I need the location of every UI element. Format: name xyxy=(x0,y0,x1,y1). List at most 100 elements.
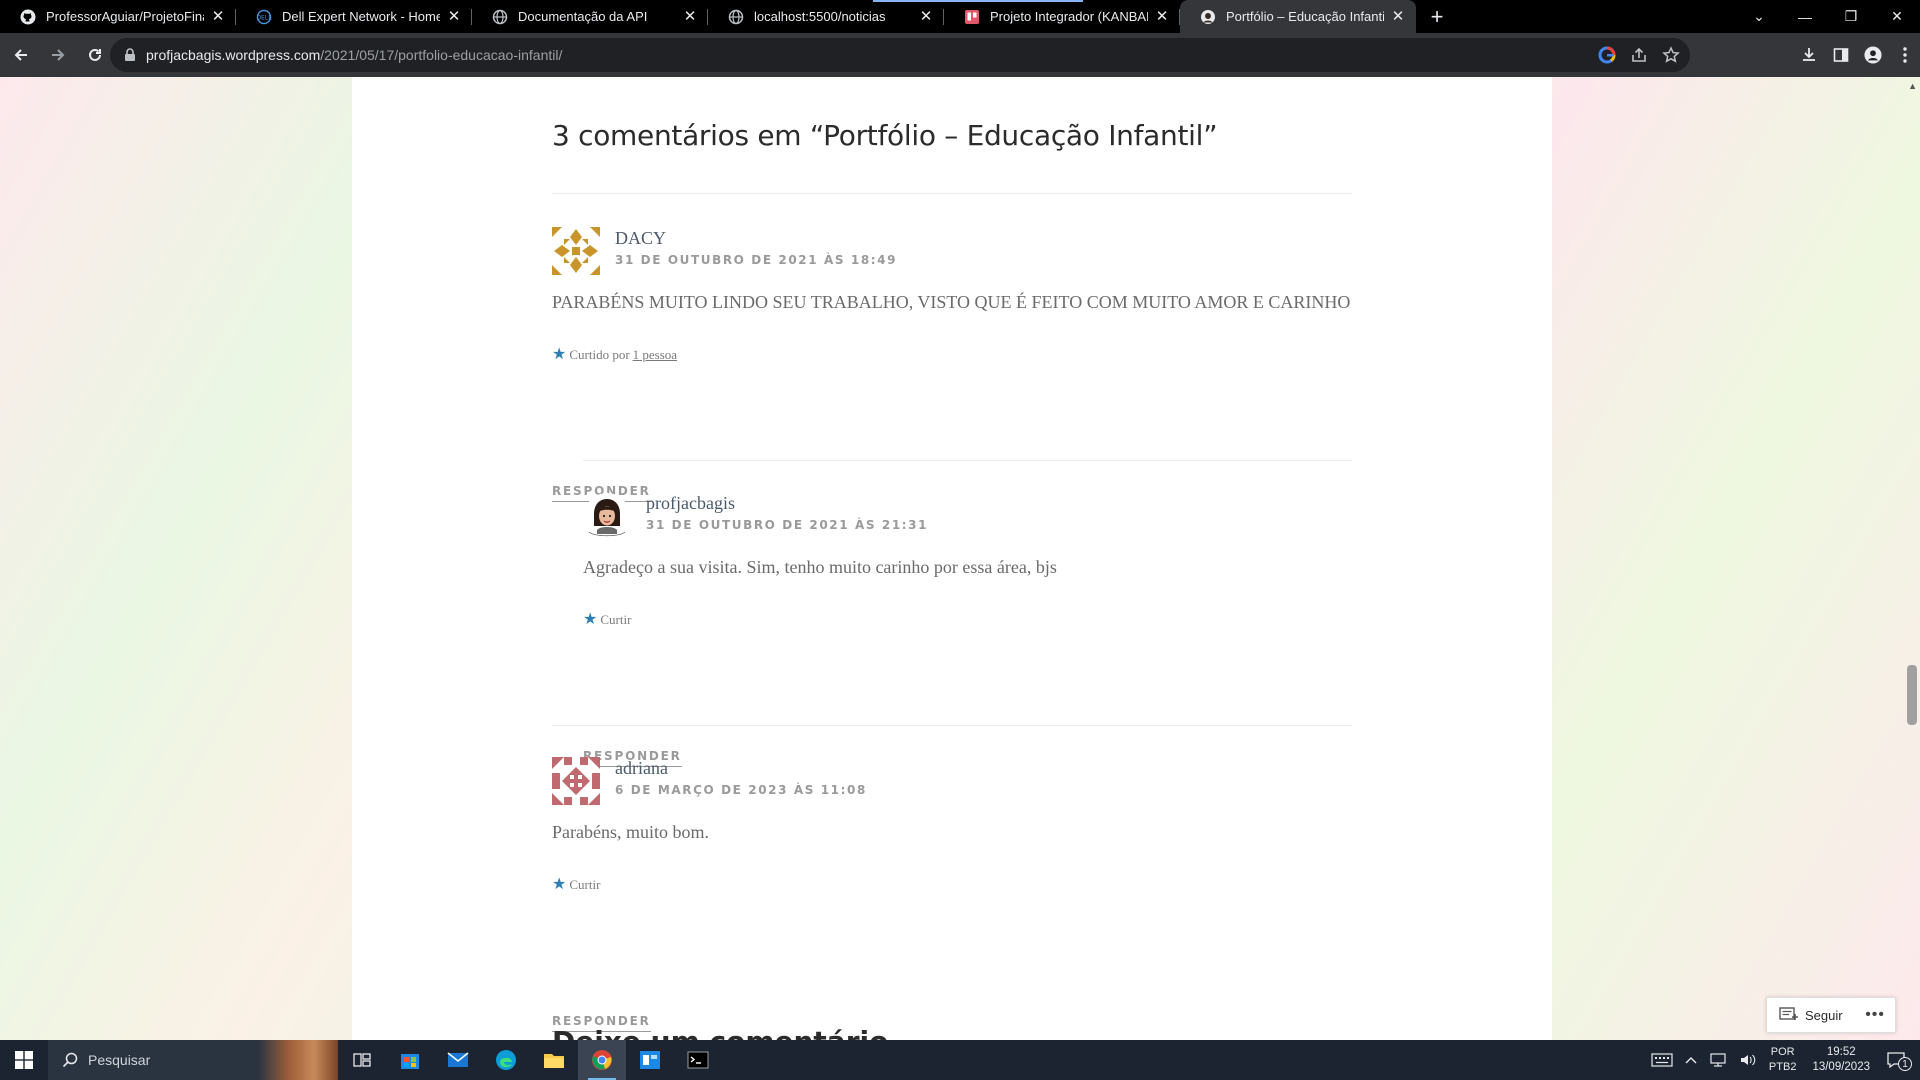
task-view-button[interactable] xyxy=(338,1040,386,1080)
comment-dacy: DACY 31 DE OUTUBRO DE 2021 ÀS 18:49 PARA… xyxy=(552,227,1352,502)
terminal-icon xyxy=(687,1051,709,1069)
taskbar-file-explorer[interactable] xyxy=(530,1040,578,1080)
close-icon[interactable]: ✕ xyxy=(1154,8,1170,25)
taskbar-search[interactable]: Pesquisar xyxy=(48,1040,338,1080)
notification-center-button[interactable]: 1 xyxy=(1886,1051,1912,1071)
network-icon[interactable] xyxy=(1709,1053,1727,1067)
scroll-thumb[interactable] xyxy=(1907,665,1917,725)
scroll-up-icon[interactable]: ▲ xyxy=(1908,81,1917,91)
keyboard-icon[interactable] xyxy=(1651,1053,1673,1067)
comment-date[interactable]: 31 DE OUTUBRO DE 2021 ÀS 18:49 xyxy=(615,253,897,267)
download-icon[interactable] xyxy=(1800,46,1818,64)
clock[interactable]: 19:52 13/09/2023 xyxy=(1812,1045,1870,1075)
comment-profjacbagis: profjacbagis 31 DE OUTUBRO DE 2021 ÀS 21… xyxy=(583,492,1352,767)
avatar-dacy-identicon xyxy=(552,227,600,275)
window-controls: ⌄ — ❐ ✕ xyxy=(1736,0,1920,33)
language-code: POR xyxy=(1770,1046,1795,1058)
clock-time: 19:52 xyxy=(1826,1046,1856,1058)
share-icon[interactable] xyxy=(1630,46,1648,64)
page-scrollbar[interactable]: ▲ xyxy=(1904,77,1920,1040)
taskbar-terminal[interactable] xyxy=(674,1040,722,1080)
close-icon[interactable]: ✕ xyxy=(682,8,698,25)
close-icon[interactable]: ✕ xyxy=(210,8,226,25)
forward-button[interactable] xyxy=(42,39,74,71)
comment-date[interactable]: 6 DE MARÇO DE 2023 ÀS 11:08 xyxy=(615,783,867,797)
edge-icon xyxy=(496,1050,516,1070)
trello-icon xyxy=(964,9,980,25)
close-window-button[interactable]: ✕ xyxy=(1874,0,1920,33)
search-placeholder: Pesquisar xyxy=(88,1052,151,1068)
restore-button[interactable]: ❐ xyxy=(1828,0,1874,33)
volume-icon[interactable] xyxy=(1739,1053,1757,1067)
windows-logo-icon xyxy=(15,1051,33,1069)
reload-button[interactable] xyxy=(79,39,111,71)
notification-count: 1 xyxy=(1898,1057,1912,1071)
tab-api-docs[interactable]: Documentação da API ✕ xyxy=(472,0,708,33)
profile-icon[interactable] xyxy=(1864,46,1882,64)
tab-title: Dell Expert Network - Home xyxy=(282,9,440,24)
comment-author[interactable]: adriana xyxy=(615,758,668,779)
taskbar-chrome[interactable] xyxy=(578,1040,626,1080)
tab-title: ProfessorAguiar/ProjetoFinal-NI xyxy=(46,9,204,24)
menu-dots-icon[interactable] xyxy=(1896,46,1914,64)
more-options-icon[interactable]: ••• xyxy=(1865,1006,1885,1024)
comment-adriana: adriana 6 DE MARÇO DE 2023 ÀS 11:08 Para… xyxy=(552,757,1352,1032)
bookmark-star-icon[interactable] xyxy=(1662,46,1680,64)
chevron-up-icon[interactable] xyxy=(1685,1056,1697,1064)
wordpress-icon xyxy=(1200,9,1216,25)
avatar-profjacbagis-icon xyxy=(584,493,630,539)
comment-author[interactable]: DACY xyxy=(615,228,666,249)
leave-comment-title: Deixe um comentário xyxy=(552,1025,888,1040)
divider xyxy=(552,725,1352,726)
task-view-icon xyxy=(353,1053,371,1067)
side-panel-icon[interactable] xyxy=(1832,46,1850,64)
avatar-adriana-identicon xyxy=(552,757,600,805)
tab-title: Portfólio – Educação Infantil – Pr xyxy=(1226,9,1384,24)
like-button[interactable]: ★ Curtir xyxy=(583,612,631,628)
taskbar-mail[interactable] xyxy=(434,1040,482,1080)
input-language[interactable]: POR PTB2 xyxy=(1769,1045,1797,1075)
like-label[interactable]: Curtir xyxy=(600,612,631,628)
tab-search-icon[interactable]: ⌄ xyxy=(1736,0,1782,33)
url-path: /2021/05/17/portfolio-educacao-infantil/ xyxy=(320,47,563,63)
lock-icon[interactable] xyxy=(124,48,136,62)
like-status: ★ Curtido por 1 pessoa xyxy=(552,347,677,363)
tab-portfolio[interactable]: Portfólio – Educação Infantil – Pr ✕ xyxy=(1180,0,1416,33)
address-bar[interactable]: profjacbagis.wordpress.com/2021/05/17/po… xyxy=(110,38,1690,72)
arrow-left-icon xyxy=(14,49,27,61)
tab-github[interactable]: ProfessorAguiar/ProjetoFinal-NI ✕ xyxy=(0,0,236,33)
likers-link[interactable]: 1 pessoa xyxy=(633,347,677,363)
comment-text: PARABÉNS MUITO LINDO SEU TRABALHO, VISTO… xyxy=(552,292,1351,312)
keyboard-layout: PTB2 xyxy=(1768,1061,1797,1073)
follow-label[interactable]: Seguir xyxy=(1805,1008,1843,1023)
back-button[interactable] xyxy=(5,39,37,71)
google-lens-icon[interactable] xyxy=(1598,46,1616,64)
new-tab-button[interactable]: + xyxy=(1420,0,1454,33)
tab-dell[interactable]: DELL Dell Expert Network - Home ✕ xyxy=(236,0,472,33)
like-label[interactable]: Curtir xyxy=(569,877,600,893)
follow-button[interactable]: Seguir ••• xyxy=(1766,997,1896,1033)
comment-author[interactable]: profjacbagis xyxy=(646,493,735,514)
start-button[interactable] xyxy=(0,1040,48,1080)
globe-icon xyxy=(728,9,744,25)
like-star-icon[interactable]: ★ xyxy=(552,877,566,893)
system-tray: POR PTB2 19:52 13/09/2023 1 xyxy=(1645,1040,1920,1080)
tab-localhost[interactable]: localhost:5500/noticias ✕ xyxy=(708,0,944,33)
taskbar-vscode-like-app[interactable] xyxy=(626,1040,674,1080)
comment-text: Parabéns, muito bom. xyxy=(552,822,709,842)
like-star-icon[interactable]: ★ xyxy=(552,347,566,363)
divider xyxy=(583,460,1352,461)
close-icon[interactable]: ✕ xyxy=(446,8,462,25)
like-star-icon[interactable]: ★ xyxy=(583,612,597,628)
search-highlight-image xyxy=(258,1040,338,1080)
close-icon[interactable]: ✕ xyxy=(1390,8,1406,25)
comment-date[interactable]: 31 DE OUTUBRO DE 2021 ÀS 21:31 xyxy=(646,518,928,532)
content-column: 3 comentários em “Portfólio – Educação I… xyxy=(352,77,1552,1040)
minimize-button[interactable]: — xyxy=(1782,0,1828,33)
close-icon[interactable]: ✕ xyxy=(918,8,934,25)
like-button[interactable]: ★ Curtir xyxy=(552,877,600,893)
tab-trello[interactable]: Projeto Integrador (KANBAN) | Tr ✕ xyxy=(944,0,1180,33)
chrome-icon xyxy=(592,1050,612,1070)
taskbar-edge[interactable] xyxy=(482,1040,530,1080)
taskbar-store[interactable] xyxy=(386,1040,434,1080)
